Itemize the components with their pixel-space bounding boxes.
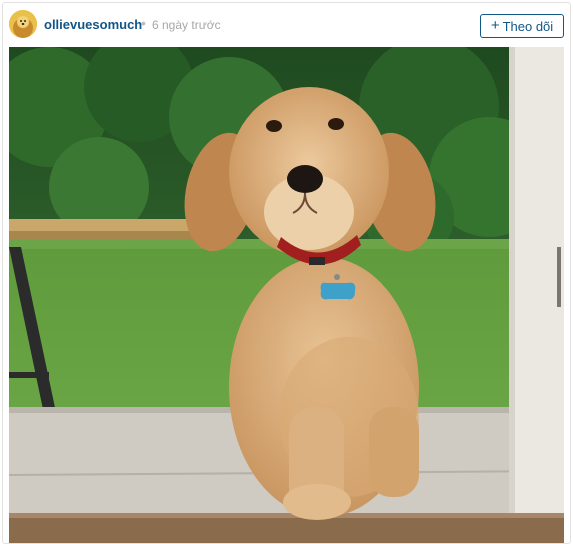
user-avatar[interactable] — [9, 10, 37, 38]
plus-icon: + — [490, 17, 500, 34]
username-link[interactable]: ollievuesomuch — [44, 17, 142, 32]
post-header: ollievuesomuch • 6 ngày trước + Theo dõi — [3, 3, 570, 47]
follow-button-label: Theo dõi — [502, 18, 554, 34]
post-timestamp[interactable]: 6 ngày trước — [152, 18, 221, 32]
post-photo[interactable] — [9, 47, 564, 543]
post-card: ollievuesomuch • 6 ngày trước + Theo dõi — [2, 2, 571, 544]
separator-dot: • — [141, 15, 146, 31]
follow-button[interactable]: + Theo dõi — [480, 14, 564, 38]
